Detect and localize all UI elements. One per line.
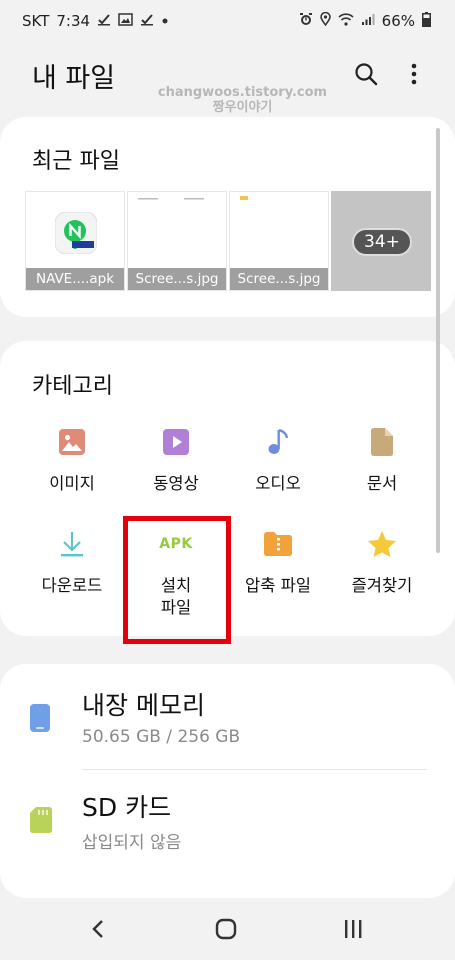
screenshot-thumbnail: [240, 196, 248, 200]
naver-app-icon: [55, 212, 97, 254]
wifi-icon: [338, 12, 354, 30]
app-header: 내 파일 changwoos.tistory.com 짱우이야기: [0, 42, 455, 115]
recent-files-title: 최근 파일: [32, 149, 120, 174]
search-icon: [355, 63, 378, 86]
screenshot-thumbnail: [138, 198, 204, 200]
phone-storage-icon: [30, 704, 50, 732]
back-icon: [92, 920, 103, 938]
search-button[interactable]: [350, 58, 382, 90]
recent-file-item[interactable]: Scree...s.jpg: [229, 191, 329, 291]
location-icon: [319, 11, 331, 30]
download-icon: [57, 529, 87, 559]
time-label: 7:34: [56, 12, 91, 30]
category-label: 동영상: [153, 474, 199, 493]
status-left: SKT 7:34: [22, 12, 169, 30]
battery-percent: 66%: [381, 12, 415, 30]
document-icon: [367, 427, 397, 457]
sd-card-item[interactable]: SD 카드 삽입되지 않음: [0, 770, 455, 870]
more-vert-icon: [411, 63, 417, 85]
internal-storage-item[interactable]: 내장 메모리 50.65 GB / 256 GB: [0, 664, 455, 770]
watermark-name: 짱우이야기: [212, 100, 273, 115]
dot-icon: [161, 14, 169, 29]
category-videos[interactable]: 동영상: [126, 427, 226, 495]
category-label: 압축 파일: [245, 576, 311, 595]
category-label: 문서: [366, 474, 398, 493]
watermark: changwoos.tistory.com 짱우이야기: [145, 85, 340, 115]
home-icon: [215, 918, 237, 940]
recent-file-caption: Scree...s.jpg: [128, 268, 226, 290]
navigation-bar: [0, 898, 455, 960]
recents-icon: [345, 920, 362, 938]
more-options-button[interactable]: [400, 58, 428, 90]
zip-folder-icon: [263, 529, 293, 559]
signal-icon: [361, 12, 375, 30]
category-label: 오디오: [255, 474, 301, 493]
category-label: 즐겨찾기: [351, 576, 413, 595]
carrier-label: SKT: [22, 12, 50, 30]
category-title: 카테고리: [32, 374, 113, 399]
category-label: 다운로드: [41, 576, 103, 595]
star-icon: [367, 529, 397, 559]
recent-files-card: 최근 파일 NAVE....apk Scree...s.jpg Scree...…: [0, 117, 455, 317]
scrollbar[interactable]: [436, 128, 440, 553]
internal-storage-usage: 50.65 GB / 256 GB: [82, 727, 241, 747]
recent-file-caption: Scree...s.jpg: [230, 268, 328, 290]
battery-icon: [422, 11, 431, 31]
watermark-url: changwoos.tistory.com: [157, 85, 328, 100]
image-icon: [118, 12, 133, 30]
category-images[interactable]: 이미지: [22, 427, 122, 495]
check-icon: [140, 12, 154, 30]
category-favorites[interactable]: 즐겨찾기: [332, 529, 432, 597]
video-icon: [161, 427, 191, 457]
status-right: 66%: [299, 11, 431, 31]
category-downloads[interactable]: 다운로드: [22, 529, 122, 597]
alarm-icon: [299, 12, 313, 30]
recent-file-item[interactable]: Scree...s.jpg: [127, 191, 227, 291]
audio-icon: [263, 427, 293, 457]
recent-files-list: NAVE....apk Scree...s.jpg Scree...s.jpg …: [25, 191, 431, 291]
image-icon: [57, 427, 87, 457]
sd-card-title: SD 카드: [82, 793, 172, 822]
home-button[interactable]: [206, 914, 246, 944]
category-label: 이미지: [49, 474, 95, 493]
status-bar: SKT 7:34 66%: [0, 0, 455, 42]
sd-card-icon: [30, 807, 52, 833]
page-title: 내 파일: [32, 63, 116, 94]
recents-button[interactable]: [333, 914, 373, 944]
highlight-annotation: [123, 516, 231, 644]
category-documents[interactable]: 문서: [332, 427, 432, 495]
internal-storage-title: 내장 메모리: [82, 691, 205, 720]
category-compressed[interactable]: 압축 파일: [228, 529, 328, 597]
check-icon: [97, 12, 111, 30]
recent-file-item[interactable]: NAVE....apk: [25, 191, 125, 291]
more-files-count: 34+: [352, 228, 412, 256]
category-audio[interactable]: 오디오: [228, 427, 328, 495]
recent-file-caption: NAVE....apk: [26, 268, 124, 290]
sd-card-status: 삽입되지 않음: [82, 833, 182, 853]
storage-card: 내장 메모리 50.65 GB / 256 GB SD 카드 삽입되지 않음: [0, 664, 455, 898]
more-files-button[interactable]: 34+: [331, 191, 431, 291]
back-button[interactable]: [78, 914, 118, 944]
